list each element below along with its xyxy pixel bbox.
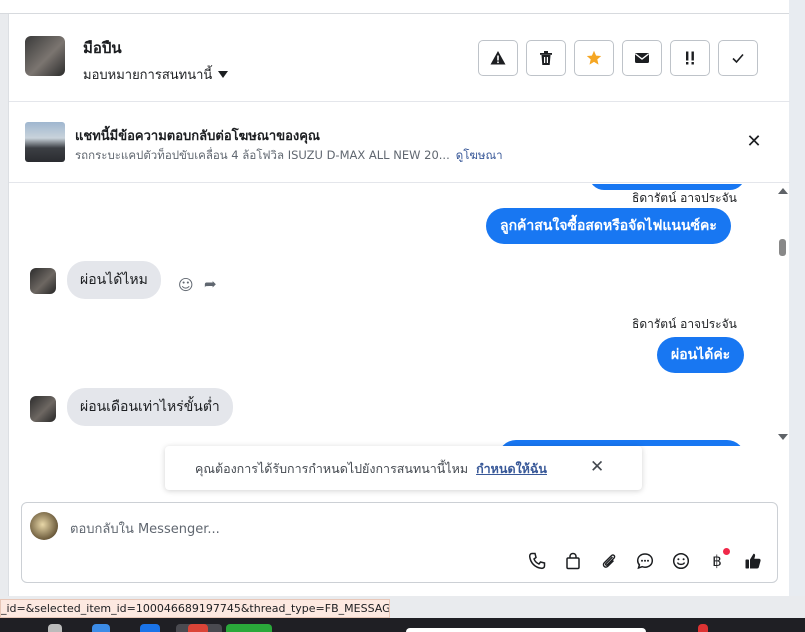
delete-button[interactable]	[526, 40, 566, 76]
scrollbar-thumb[interactable]	[779, 239, 786, 256]
shopping-bag-icon[interactable]	[562, 550, 584, 572]
top-divider	[0, 0, 790, 14]
contact-avatar-small	[30, 268, 56, 294]
mark-done-button[interactable]	[718, 40, 758, 76]
phone-icon[interactable]	[526, 550, 548, 572]
contact-avatar[interactable]	[25, 36, 65, 76]
caret-down-icon	[218, 71, 229, 78]
ad-reply-banner: แชทนี้มีข้อความตอบกลับต่อโฆษณาของคุณ รถก…	[9, 103, 790, 183]
assign-prompt-text: คุณต้องการได้รับการกำหนดไปยังการสนทนานี้…	[195, 459, 547, 479]
mark-spam-button[interactable]	[478, 40, 518, 76]
message-thread[interactable]: ธิดารัตน์ อาจประจัน ลูกค้าสนใจซื้อสดหรือ…	[9, 184, 776, 446]
warning-icon	[490, 51, 506, 65]
taskbar-search[interactable]	[406, 628, 646, 632]
priority-icon	[686, 51, 694, 65]
app-window: มือปืน มอบหมายการสนทนานี้ แชทนี้มีข้อควา…	[0, 0, 805, 632]
assign-prompt-label: คุณต้องการได้รับการกำหนดไปยังการสนทนานี้…	[195, 461, 469, 476]
taskbar-app-icon[interactable]	[140, 624, 160, 632]
reply-composer: ตอบกลับใน Messenger... ฿	[21, 502, 778, 583]
follow-up-button[interactable]	[670, 40, 710, 76]
notification-dot	[723, 548, 730, 555]
taskbar-chrome-icon[interactable]	[188, 624, 208, 632]
composer-tools: ฿	[526, 548, 764, 572]
browser-status-url: _id=&selected_item_id=100046689197745&th…	[0, 599, 390, 618]
assign-conversation-dropdown[interactable]: มอบหมายการสนทนานี้	[83, 64, 229, 85]
header-actions	[478, 40, 758, 76]
message-bubble-incoming[interactable]: ผ่อนได้ไหม	[67, 261, 161, 299]
taskbar-line-icon[interactable]	[226, 624, 272, 632]
reply-arrow-icon[interactable]: ➦	[204, 275, 217, 293]
assign-to-me-link[interactable]: กำหนดให้ฉัน	[476, 461, 547, 476]
message-bubble-outgoing[interactable]: ผ่อนได้ค่ะ	[657, 337, 745, 373]
envelope-icon	[635, 53, 649, 63]
trash-icon	[540, 51, 552, 65]
message-sender: ธิดารัตน์ อาจประจัน	[632, 317, 737, 331]
star-icon	[586, 50, 602, 65]
page-avatar	[30, 512, 58, 540]
mark-unread-button[interactable]	[622, 40, 662, 76]
react-emoji-icon[interactable]: ☺	[178, 276, 194, 294]
ad-banner-description: รถกระบะแคปตัวท็อปขับเคลื่อน 4 ล้อโฟวิล I…	[75, 147, 503, 165]
paperclip-icon[interactable]	[598, 550, 620, 572]
contact-avatar-small	[30, 396, 56, 422]
taskbar-app-icon[interactable]	[92, 624, 110, 632]
contact-name[interactable]: มือปืน	[83, 36, 122, 60]
message-bubble-outgoing[interactable]: ลูกค้าสนใจซื้อสดหรือจัดไฟแนนซ์คะ	[486, 208, 731, 244]
check-icon	[732, 53, 744, 64]
reply-input[interactable]: ตอบกลับใน Messenger...	[70, 518, 220, 539]
emoji-icon[interactable]	[670, 550, 692, 572]
taskbar-app-icon[interactable]	[48, 624, 62, 632]
close-icon[interactable]: ✕	[590, 457, 604, 477]
message-bubble-incoming[interactable]: ผ่อนเดือนเท่าไหร่ขั้นต่ำ	[67, 388, 233, 426]
message-sender: ธิดารัตน์ อาจประจัน	[632, 191, 737, 205]
conversation-header: มือปืน มอบหมายการสนทนานี้	[9, 14, 790, 102]
view-ad-link[interactable]: ดูโฆษณา	[456, 148, 503, 162]
close-icon[interactable]: ✕	[744, 132, 764, 152]
os-taskbar	[0, 618, 805, 632]
thread-scrollbar[interactable]	[776, 184, 790, 446]
thumbs-up-icon[interactable]	[742, 550, 764, 572]
assign-label: มอบหมายการสนทนานี้	[83, 68, 213, 83]
payment-baht-icon[interactable]: ฿	[706, 548, 730, 572]
ad-banner-title: แชทนี้มีข้อความตอบกลับต่อโฆษณาของคุณ	[75, 129, 320, 144]
conversation-panel: มือปืน มอบหมายการสนทนานี้ แชทนี้มีข้อควา…	[8, 14, 790, 596]
right-gutter	[789, 0, 805, 596]
scroll-down-arrow-icon[interactable]	[778, 434, 788, 440]
ad-description-text: รถกระบะแคปตัวท็อปขับเคลื่อน 4 ล้อโฟวิล I…	[75, 148, 450, 162]
chat-bubble-icon[interactable]	[634, 550, 656, 572]
assign-prompt: คุณต้องการได้รับการกำหนดไปยังการสนทนานี้…	[165, 446, 642, 490]
star-button[interactable]	[574, 40, 614, 76]
taskbar-notification-icon[interactable]	[698, 624, 708, 632]
scroll-up-arrow-icon[interactable]	[778, 188, 788, 194]
ad-thumbnail[interactable]	[25, 122, 65, 162]
